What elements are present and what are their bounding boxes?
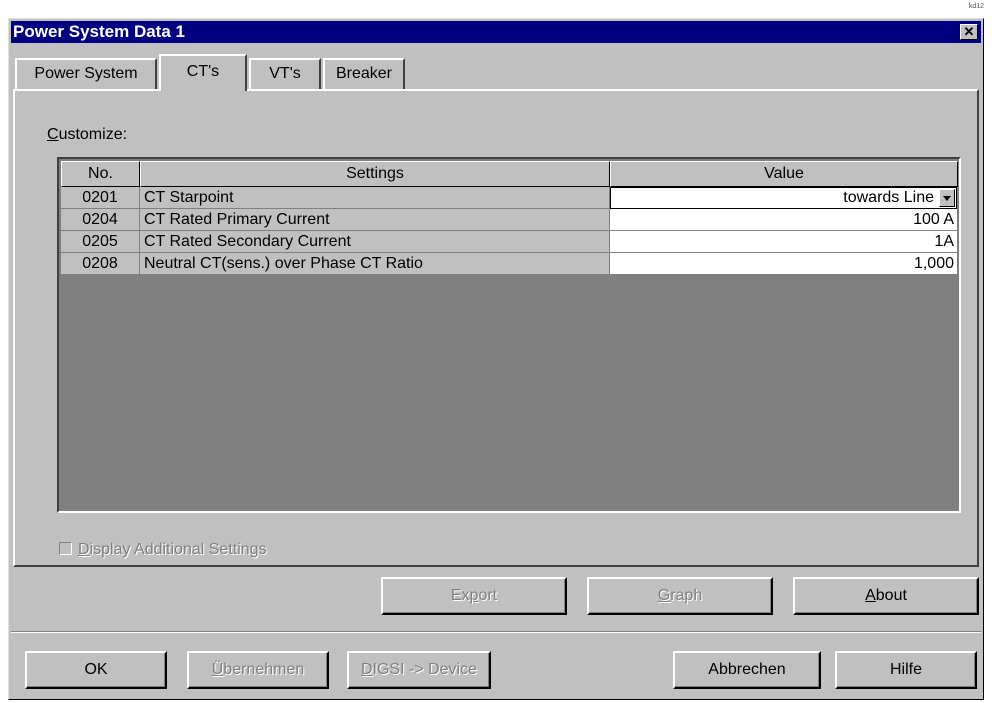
tab-vts[interactable]: VT's <box>249 58 321 90</box>
row-setting: CT Rated Primary Current <box>140 209 610 231</box>
row-number: 0204 <box>61 209 140 231</box>
tab-label: VT's <box>269 65 301 82</box>
settings-grid[interactable]: No. Settings Value 0201 CT Starpoint tow… <box>57 157 961 513</box>
row-setting: CT Rated Secondary Current <box>140 231 610 253</box>
figure-code: kd12 <box>968 3 984 10</box>
row-number: 0201 <box>61 187 140 209</box>
export-button[interactable]: Export <box>381 577 567 615</box>
chevron-down-icon[interactable] <box>939 189 955 207</box>
title-bar: Power System Data 1 ✕ <box>11 21 981 43</box>
help-button[interactable]: Hilfe <box>835 651 977 689</box>
tab-cts[interactable]: CT's <box>159 54 247 91</box>
digsi-to-device-button[interactable]: DIGSI -> Device <box>347 651 491 689</box>
column-header-value[interactable]: Value <box>610 161 958 187</box>
tab-label: CT's <box>186 63 220 80</box>
checkbox-box[interactable] <box>59 542 72 555</box>
display-additional-settings-checkbox[interactable]: Display Additional Settings <box>59 541 267 559</box>
dropdown-value: towards Line <box>843 189 934 206</box>
apply-button[interactable]: Übernehmen <box>187 651 329 689</box>
cancel-button[interactable]: Abbrechen <box>673 651 821 689</box>
row-setting: CT Starpoint <box>140 187 610 209</box>
value-field[interactable]: 1A <box>610 231 958 253</box>
ct-starpoint-dropdown[interactable]: towards Line <box>610 187 957 209</box>
tab-label: Breaker <box>335 65 393 82</box>
about-button[interactable]: About <box>793 577 979 615</box>
value-field[interactable]: 100 A <box>610 209 958 231</box>
row-number: 0205 <box>61 231 140 253</box>
column-header-settings[interactable]: Settings <box>140 161 610 187</box>
tab-power-system[interactable]: Power System <box>15 58 157 90</box>
ok-button[interactable]: OK <box>25 651 167 689</box>
column-header-no[interactable]: No. <box>61 161 140 187</box>
row-number: 0208 <box>61 253 140 275</box>
dialog-window: Power System Data 1 ✕ Power System CT's … <box>8 18 984 700</box>
customize-label: Customize: <box>47 126 128 143</box>
value-field[interactable]: 1,000 <box>610 253 958 275</box>
separator <box>11 631 981 633</box>
graph-button[interactable]: Graph <box>587 577 773 615</box>
window-title: Power System Data 1 <box>13 22 185 41</box>
close-button[interactable]: ✕ <box>960 24 978 40</box>
close-icon: ✕ <box>963 24 975 39</box>
tab-breaker[interactable]: Breaker <box>323 58 405 90</box>
row-setting: Neutral CT(sens.) over Phase CT Ratio <box>140 253 610 275</box>
tab-label: Power System <box>34 65 138 82</box>
